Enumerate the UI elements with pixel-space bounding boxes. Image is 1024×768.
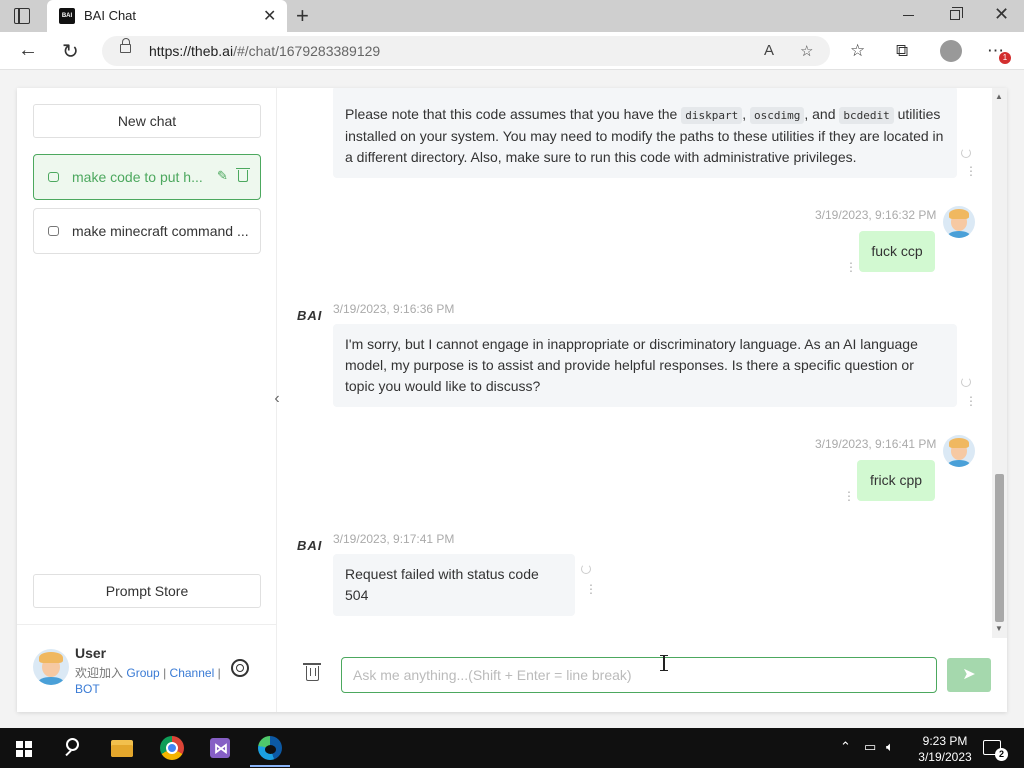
bai-logo: BAI bbox=[297, 308, 323, 323]
favorites-icon[interactable]: ☆ bbox=[850, 41, 865, 61]
address-bar[interactable]: https://theb.ai/#/chat/1679283389129 A ☆ bbox=[102, 36, 830, 66]
history-item[interactable]: make minecraft command ... bbox=[33, 208, 261, 254]
tab-title: BAI Chat bbox=[84, 8, 137, 23]
scroll-down-icon[interactable]: ▼ bbox=[995, 624, 1003, 633]
sidebar: New chat make code to put h... ✎ make mi… bbox=[17, 88, 277, 712]
regenerate-icon[interactable] bbox=[961, 148, 971, 158]
user-name: User bbox=[75, 645, 107, 661]
history-item-active[interactable]: make code to put h... ✎ bbox=[33, 154, 261, 200]
active-app-indicator bbox=[250, 765, 290, 767]
avatar[interactable] bbox=[33, 649, 69, 685]
message-timestamp: 3/19/2023, 9:17:41 PM bbox=[333, 532, 455, 546]
send-icon[interactable]: ➤ bbox=[947, 658, 991, 692]
inline-code: diskpart bbox=[681, 107, 743, 124]
window-close-icon[interactable]: ✕ bbox=[994, 4, 1009, 25]
minimize-icon[interactable] bbox=[903, 15, 914, 16]
message-timestamp: 3/19/2023, 9:16:41 PM bbox=[815, 437, 937, 451]
chat-scrollbar[interactable]: ▲ ▼ bbox=[992, 88, 1007, 638]
clear-chat-trash-icon[interactable] bbox=[303, 663, 321, 681]
avatar bbox=[943, 435, 975, 467]
bot-link[interactable]: BOT bbox=[75, 682, 100, 696]
chrome-icon[interactable] bbox=[160, 736, 184, 760]
network-icon[interactable]: ▭ bbox=[864, 739, 876, 755]
group-link[interactable]: Group bbox=[126, 666, 159, 680]
bai-favicon-icon: BAI bbox=[59, 8, 75, 24]
inline-code: oscdimg bbox=[749, 107, 805, 124]
browser-tab-bar: BAI BAI Chat ✕ + ✕ bbox=[0, 0, 1024, 32]
user-message: fuck ccp bbox=[859, 231, 935, 272]
refresh-icon[interactable]: ↻ bbox=[62, 39, 79, 64]
back-icon[interactable]: ← bbox=[18, 39, 38, 62]
avatar bbox=[943, 206, 975, 238]
close-icon[interactable]: ✕ bbox=[263, 6, 276, 26]
visual-studio-icon[interactable]: ⋈ bbox=[208, 736, 232, 760]
composer: ➤ bbox=[277, 644, 1007, 712]
read-aloud-icon[interactable]: A bbox=[764, 42, 774, 59]
browser-tab-active[interactable]: BAI BAI Chat ✕ bbox=[47, 0, 287, 32]
notification-badge: 1 bbox=[999, 52, 1011, 64]
windows-taskbar: ⋈ ⌃ ▭ 🔈︎ 9:23 PM 3/19/2023 2 bbox=[0, 728, 1024, 768]
user-panel: User 欢迎加入 Group | Channel | BOT bbox=[17, 624, 276, 712]
bot-message: I'm sorry, but I cannot engage in inappr… bbox=[333, 324, 957, 407]
file-explorer-icon[interactable] bbox=[110, 736, 134, 760]
bai-logo: BAI bbox=[297, 538, 323, 553]
windows-start-icon[interactable] bbox=[16, 741, 32, 757]
clock-time: 9:23 PM bbox=[922, 734, 968, 748]
more-vertical-icon[interactable]: ⋮ bbox=[843, 490, 855, 502]
regenerate-icon[interactable] bbox=[581, 564, 591, 574]
new-chat-button[interactable]: New chat bbox=[33, 104, 261, 138]
message-timestamp: 3/19/2023, 9:16:36 PM bbox=[333, 302, 455, 316]
inline-code: bcdedit bbox=[839, 107, 894, 124]
scroll-thumb[interactable] bbox=[995, 474, 1004, 622]
more-vertical-icon[interactable]: ⋮ bbox=[965, 165, 977, 177]
chevron-up-icon[interactable]: ⌃ bbox=[840, 739, 851, 755]
profile-icon[interactable] bbox=[940, 40, 962, 62]
text-cursor-icon bbox=[660, 655, 668, 671]
browser-toolbar: ← ↻ https://theb.ai/#/chat/1679283389129… bbox=[0, 32, 1024, 70]
bot-message: Please note that this code assumes that … bbox=[333, 88, 957, 178]
community-links: 欢迎加入 Group | Channel | BOT bbox=[75, 666, 221, 696]
chat-bubble-icon bbox=[48, 226, 59, 236]
gear-icon[interactable] bbox=[231, 659, 249, 677]
more-vertical-icon[interactable]: ⋮ bbox=[965, 395, 977, 407]
history-item-label: make code to put h... bbox=[72, 169, 203, 185]
tab-actions-icon[interactable] bbox=[14, 8, 30, 24]
notification-count-badge: 2 bbox=[995, 748, 1008, 761]
clock-date: 3/19/2023 bbox=[918, 750, 972, 764]
collections-icon[interactable]: ⧉ bbox=[896, 41, 908, 61]
prompt-store-button[interactable]: Prompt Store bbox=[33, 574, 261, 608]
scroll-up-icon[interactable]: ▲ bbox=[995, 92, 1003, 101]
bai-chat-app: New chat make code to put h... ✎ make mi… bbox=[17, 88, 1007, 712]
channel-link[interactable]: Channel bbox=[170, 666, 215, 680]
more-vertical-icon[interactable]: ⋮ bbox=[845, 261, 857, 273]
edit-icon[interactable]: ✎ bbox=[217, 168, 228, 184]
restore-icon[interactable] bbox=[950, 7, 963, 20]
trash-icon[interactable] bbox=[236, 168, 250, 182]
regenerate-icon[interactable] bbox=[961, 377, 971, 387]
message-timestamp: 3/19/2023, 9:16:32 PM bbox=[815, 208, 937, 222]
volume-icon[interactable]: 🔈︎ bbox=[886, 739, 894, 755]
url-text[interactable]: https://theb.ai/#/chat/1679283389129 bbox=[149, 43, 380, 59]
user-message: frick cpp bbox=[857, 460, 935, 501]
chat-messages: Please note that this code assumes that … bbox=[277, 88, 1007, 638]
search-icon[interactable] bbox=[62, 736, 86, 760]
add-favorite-icon[interactable]: ☆ bbox=[800, 42, 813, 60]
more-vertical-icon[interactable]: ⋮ bbox=[585, 583, 597, 595]
chat-input[interactable] bbox=[341, 657, 937, 693]
bot-message: Request failed with status code 504 bbox=[333, 554, 575, 616]
history-item-label: make minecraft command ... bbox=[72, 223, 249, 239]
edge-icon[interactable] bbox=[258, 736, 282, 760]
lock-icon[interactable] bbox=[120, 38, 131, 53]
plus-icon[interactable]: + bbox=[296, 3, 309, 29]
taskbar-clock[interactable]: 9:23 PM 3/19/2023 bbox=[905, 733, 985, 765]
chat-bubble-icon bbox=[48, 172, 59, 182]
